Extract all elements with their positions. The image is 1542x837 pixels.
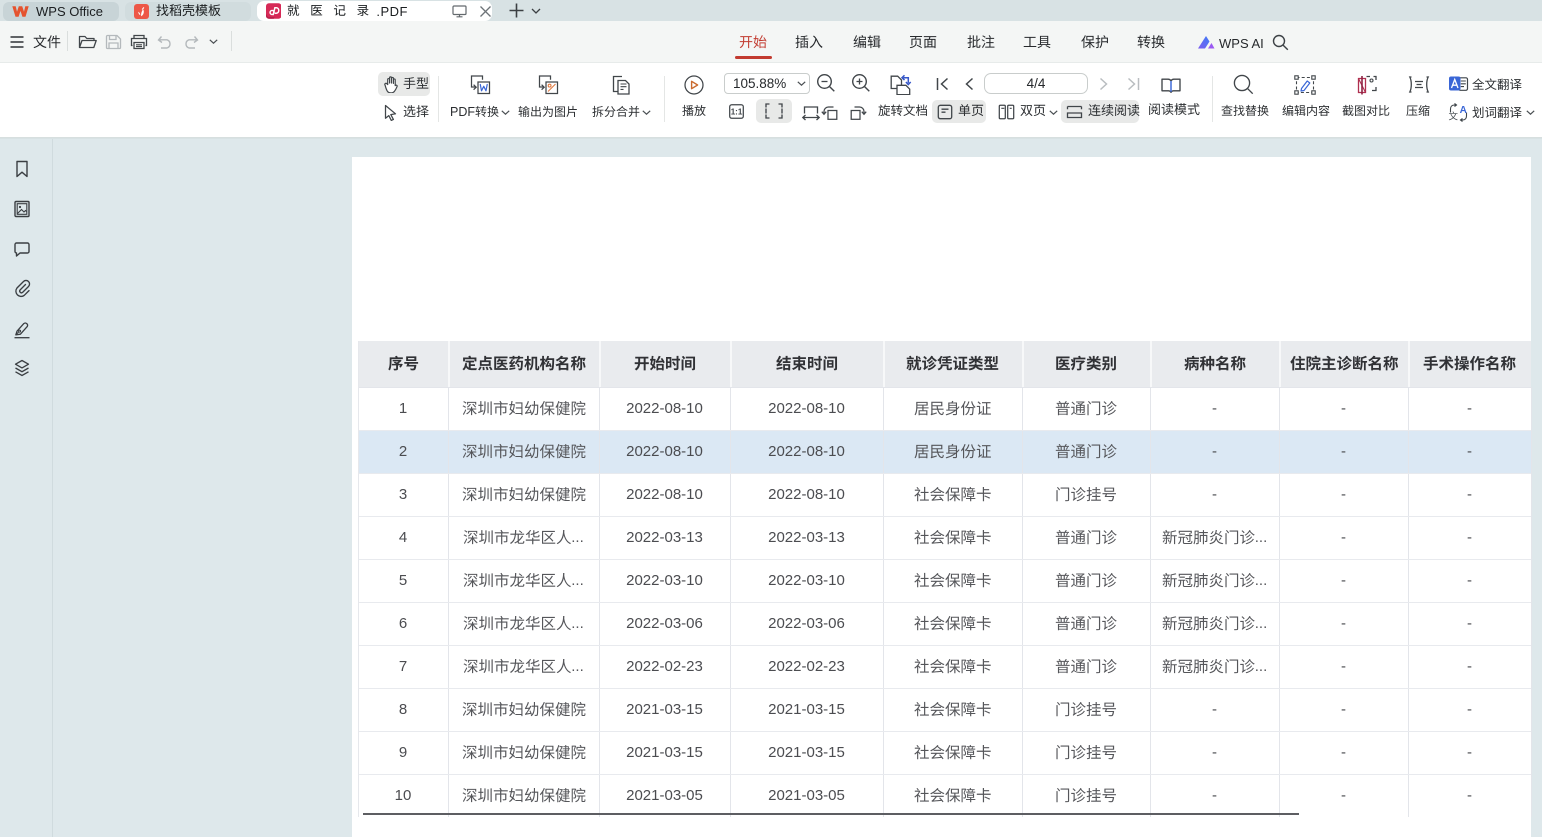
svg-text:A: A [1460, 105, 1467, 116]
svg-text:1:1: 1:1 [731, 108, 743, 117]
